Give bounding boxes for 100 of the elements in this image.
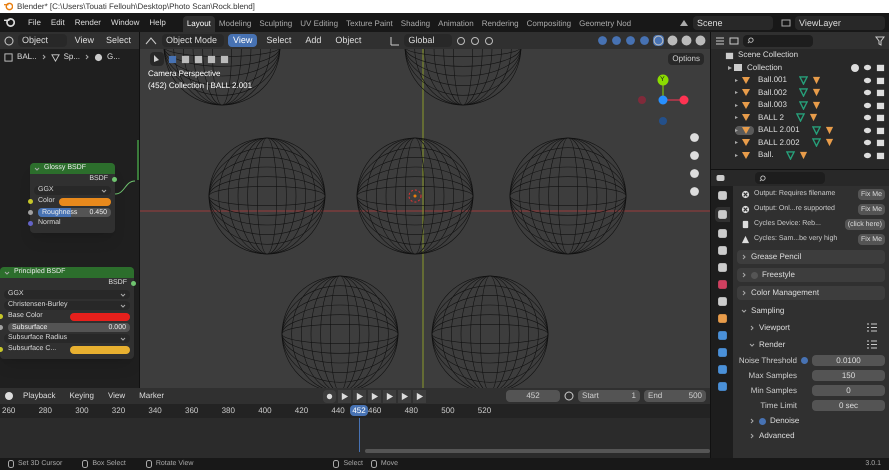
view-layer-icon[interactable] (716, 245, 728, 256)
modifier-icon[interactable] (716, 330, 728, 341)
menu-item[interactable]: View (228, 34, 258, 47)
outliner-item[interactable]: BALL 2.001 (758, 124, 800, 136)
workspace-tab[interactable]: Rendering (478, 16, 523, 32)
solid-shading-icon[interactable] (667, 35, 678, 46)
search-field[interactable] (743, 34, 813, 46)
select-tool-icon[interactable] (150, 52, 164, 66)
workspace-tab[interactable]: Sculpting (255, 16, 296, 32)
current-frame-field[interactable]: 452 (506, 390, 560, 402)
gizmo-icon[interactable] (611, 35, 622, 46)
outliner-item[interactable]: BALL 2.002 (758, 136, 800, 149)
subpanel-header[interactable]: Render (737, 337, 885, 352)
color-swatch[interactable] (70, 312, 130, 320)
menu-item[interactable]: Edit (46, 16, 70, 28)
presets-icon[interactable] (867, 323, 877, 332)
menu-item[interactable]: Keying (64, 390, 99, 402)
panel-header[interactable]: Grease Pencil (737, 250, 885, 264)
number-field[interactable]: 0 sec (812, 400, 885, 411)
workspace-tab[interactable]: Geometry Nod (575, 16, 636, 32)
physics-icon[interactable] (716, 364, 728, 375)
subpanel-header[interactable]: Viewport (737, 320, 885, 335)
color-swatch[interactable] (58, 198, 111, 206)
input-socket[interactable] (28, 221, 33, 226)
subtract-selection-icon[interactable] (194, 54, 203, 64)
particles-icon[interactable] (716, 347, 728, 358)
outliner-item[interactable]: Ball.002 (758, 86, 787, 99)
orientation-dropdown[interactable]: Global (404, 34, 452, 47)
breadcrumb-item[interactable]: BAL.. (17, 51, 37, 63)
panel-header[interactable]: Color Management (737, 286, 885, 300)
outliner-item[interactable]: Ball.001 (758, 74, 787, 86)
mode-dropdown[interactable]: Object Mode (162, 34, 224, 47)
workspace-tab[interactable]: Modeling (214, 16, 256, 32)
number-field[interactable]: 0.0100 (812, 355, 885, 366)
input-socket[interactable] (28, 199, 33, 204)
mode-dropdown[interactable]: Object (18, 34, 67, 47)
outliner-item[interactable]: BALL 2 (758, 112, 784, 124)
color-swatch[interactable] (70, 346, 130, 354)
menu-item[interactable]: Help (144, 16, 171, 28)
menu-item[interactable]: View (102, 390, 130, 402)
view-layer-field[interactable]: ViewLayer (795, 16, 885, 30)
extend-selection-icon[interactable] (181, 54, 190, 64)
workspace-tab[interactable]: UV Editing (296, 16, 342, 32)
grid-icon[interactable] (689, 186, 700, 197)
outliner-item[interactable]: Scene Collection (738, 49, 798, 62)
menu-item[interactable]: Select (102, 34, 135, 48)
output-socket[interactable] (131, 281, 136, 286)
snap-icon[interactable] (470, 36, 480, 46)
scene-icon[interactable] (716, 262, 728, 273)
record-button-icon[interactable] (323, 390, 336, 402)
workspace-tab[interactable]: Animation (434, 16, 478, 32)
panel-header[interactable]: Sampling (737, 304, 885, 318)
number-field[interactable]: 150 (812, 370, 885, 381)
checkbox[interactable] (759, 418, 766, 424)
menu-item[interactable]: Render (70, 16, 106, 28)
menu-item[interactable]: File (23, 16, 46, 28)
constraints-icon[interactable] (716, 381, 728, 392)
workspace-tab[interactable]: Shading (396, 16, 434, 32)
visibility-icon[interactable] (597, 35, 608, 46)
render-icon[interactable] (714, 207, 730, 222)
editor-type-icon[interactable] (4, 36, 14, 46)
outliner-item[interactable]: Collection (747, 62, 782, 74)
breadcrumb-item[interactable]: Sp... (64, 51, 80, 63)
menu-item[interactable]: Marker (134, 390, 170, 402)
checkbox[interactable] (801, 357, 808, 364)
outliner-item[interactable]: Ball.003 (758, 99, 787, 112)
tool-icon[interactable] (716, 190, 728, 201)
rendered-shading-icon[interactable] (695, 35, 706, 46)
filter-icon[interactable] (875, 36, 885, 46)
breadcrumb-item[interactable]: G... (107, 51, 120, 63)
hand-icon[interactable] (689, 150, 700, 161)
outliner-item[interactable]: Ball. (758, 149, 774, 162)
options-dropdown[interactable]: Options (668, 53, 704, 65)
object-icon[interactable] (716, 313, 728, 324)
editor-type-icon[interactable] (715, 36, 725, 46)
input-socket[interactable] (28, 210, 33, 215)
menu-item[interactable]: Object (330, 34, 366, 47)
workspace-tab[interactable]: Texture Paint (342, 16, 397, 32)
intersect-selection-icon[interactable] (220, 54, 229, 64)
checkbox[interactable] (851, 64, 859, 72)
number-field[interactable]: 0 (812, 385, 885, 396)
play-icon[interactable] (383, 390, 396, 402)
proportional-icon[interactable] (484, 36, 494, 46)
invert-selection-icon[interactable] (207, 54, 216, 64)
collection-icon[interactable] (716, 296, 728, 307)
menu-item[interactable]: Playback (18, 390, 60, 402)
wireframe-shading-icon[interactable] (653, 35, 664, 46)
playhead-frame-label[interactable]: 452 (350, 405, 368, 416)
world-icon[interactable] (716, 279, 728, 290)
presets-icon[interactable] (867, 340, 877, 349)
start-frame-field[interactable]: Start 1 (578, 390, 640, 402)
stopwatch-icon[interactable] (564, 391, 574, 401)
menu-item[interactable]: Select (261, 34, 296, 47)
display-mode-icon[interactable] (729, 36, 739, 46)
output-socket[interactable] (112, 177, 117, 182)
new-selection-icon[interactable] (168, 54, 177, 64)
output-icon[interactable] (716, 228, 728, 239)
scene-field[interactable]: Scene (693, 16, 773, 30)
zoom-icon[interactable] (689, 132, 700, 143)
subpanel-title[interactable]: Denoise (770, 415, 800, 427)
